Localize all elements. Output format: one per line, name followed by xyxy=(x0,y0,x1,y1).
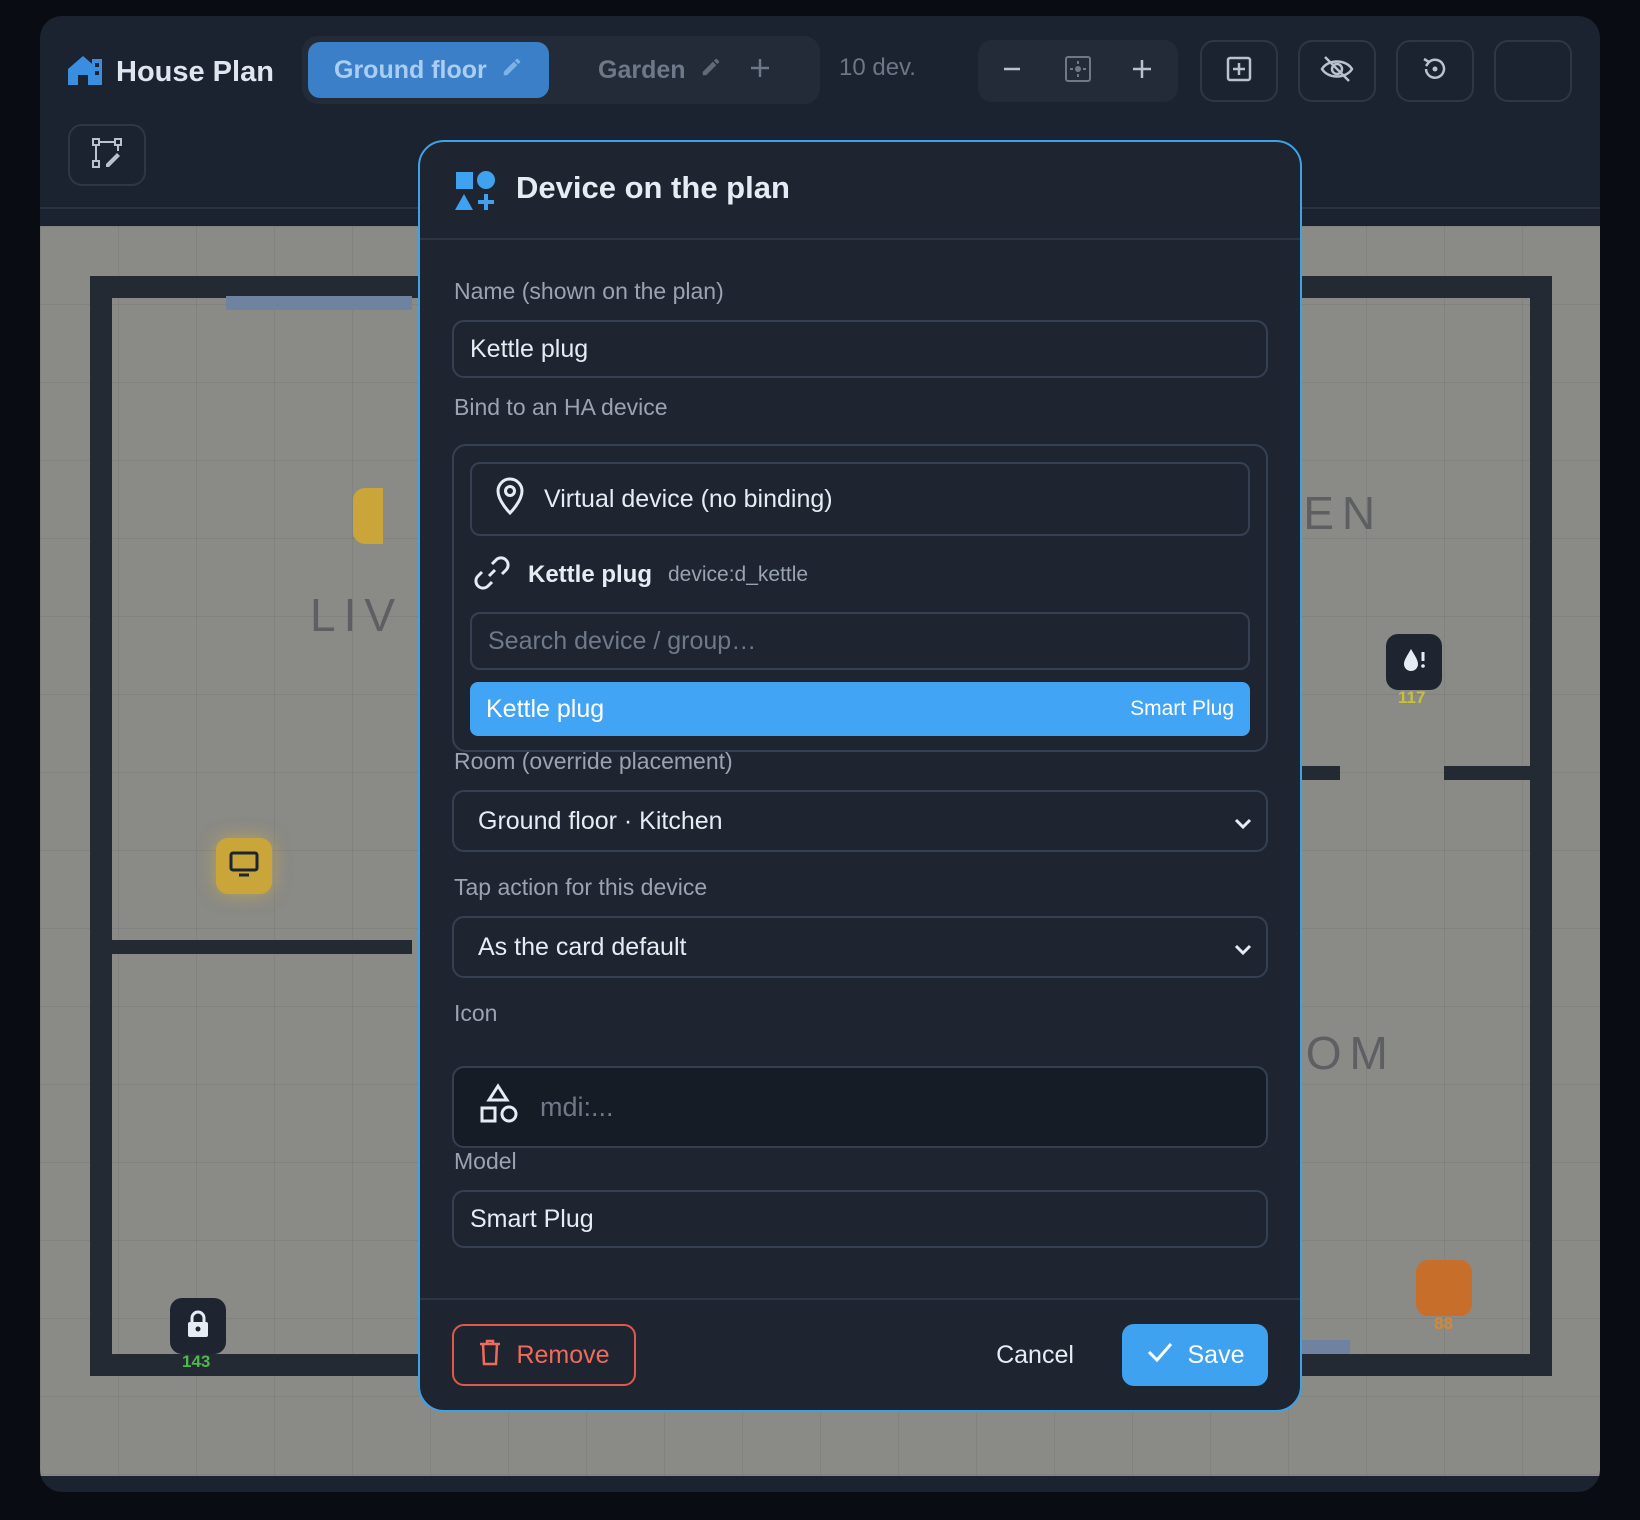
shapes-plus-icon xyxy=(454,170,496,217)
zoom-out-button[interactable] xyxy=(994,53,1030,89)
add-floor-button[interactable] xyxy=(742,52,778,88)
chevron-down-icon xyxy=(1232,812,1254,841)
restore-icon xyxy=(1420,54,1450,89)
house-plan-app: House Plan Ground floor Garden 10 dev. L… xyxy=(40,16,1600,1492)
model-label: Model xyxy=(454,1148,517,1174)
window xyxy=(226,296,412,310)
device-marker-water[interactable] xyxy=(1386,634,1442,690)
wall xyxy=(1444,766,1530,780)
extra-toolbar-button[interactable] xyxy=(1494,40,1572,102)
toggle-visibility-button[interactable] xyxy=(1298,40,1376,102)
water-alert-icon xyxy=(1399,645,1429,680)
device-dialog: Device on the plan Name (shown on the pl… xyxy=(418,140,1302,1412)
tv-icon xyxy=(229,850,259,883)
bound-device-name: Kettle plug xyxy=(528,561,652,588)
fit-screen-icon xyxy=(1063,54,1093,89)
dialog-title: Device on the plan xyxy=(516,170,790,205)
chevron-down-icon xyxy=(1232,938,1254,967)
map-marker-icon xyxy=(494,476,526,523)
tab-garden[interactable]: Garden xyxy=(572,42,748,98)
name-input[interactable]: Kettle plug xyxy=(452,320,1268,378)
tab-ground-floor[interactable]: Ground floor xyxy=(308,42,549,98)
app-title: House Plan xyxy=(116,55,274,88)
tap-action-select[interactable]: As the card default xyxy=(452,916,1268,978)
plus-icon xyxy=(1130,57,1154,86)
edit-shape-button[interactable] xyxy=(68,124,146,186)
lock-icon xyxy=(185,1309,211,1344)
zoom-in-button[interactable] xyxy=(1124,53,1160,89)
bound-device: Kettle plug device:d_kettle xyxy=(472,550,808,600)
search-result-item[interactable]: Kettle plug Smart Plug xyxy=(470,682,1250,736)
check-icon xyxy=(1146,1340,1174,1371)
edit-shape-icon xyxy=(90,136,124,175)
device-marker-tv[interactable] xyxy=(216,838,272,894)
virtual-device-label: Virtual device (no binding) xyxy=(544,484,833,513)
bind-device-box: Virtual device (no binding) Kettle plug … xyxy=(452,444,1268,752)
pencil-icon[interactable] xyxy=(501,56,523,85)
remove-label: Remove xyxy=(516,1340,610,1369)
plus-icon xyxy=(748,56,772,85)
zoom-controls xyxy=(978,40,1178,102)
shapes-icon xyxy=(478,1082,520,1132)
add-device-button[interactable] xyxy=(1200,40,1278,102)
icon-label: Icon xyxy=(454,1000,498,1026)
room-select-value: Ground floor · Kitchen xyxy=(478,806,723,835)
save-button[interactable]: Save xyxy=(1122,1324,1268,1386)
device-marker-plug[interactable] xyxy=(1416,1260,1472,1316)
device-count: 10 dev. xyxy=(839,54,916,81)
device-marker-lock[interactable] xyxy=(170,1298,226,1354)
minus-icon xyxy=(1000,57,1024,86)
remove-button[interactable]: Remove xyxy=(452,1324,636,1386)
room-label-living: LIV xyxy=(310,589,404,641)
room-select[interactable]: Ground floor · Kitchen xyxy=(452,790,1268,852)
wall xyxy=(1530,276,1552,1376)
name-label: Name (shown on the plan) xyxy=(454,278,724,304)
tab-label: Ground floor xyxy=(334,55,487,84)
room-label: Room (override placement) xyxy=(454,748,733,774)
device-value-label: 143 xyxy=(182,1352,211,1371)
wall xyxy=(90,276,112,1376)
virtual-device-option[interactable]: Virtual device (no binding) xyxy=(470,462,1250,536)
home-icon xyxy=(66,53,104,92)
link-icon xyxy=(472,553,512,598)
result-name: Kettle plug xyxy=(486,694,605,723)
result-type: Smart Plug xyxy=(1130,697,1234,720)
icon-input[interactable]: mdi:... xyxy=(452,1066,1268,1148)
floor-tabs: Ground floor Garden xyxy=(302,36,820,104)
add-box-icon xyxy=(1224,54,1254,89)
trash-icon xyxy=(478,1338,502,1373)
tap-action-label: Tap action for this device xyxy=(454,874,708,900)
dialog-header: Device on the plan xyxy=(420,142,1300,240)
pencil-icon[interactable] xyxy=(700,56,722,85)
bind-label: Bind to an HA device xyxy=(454,394,668,420)
fit-screen-button[interactable] xyxy=(1060,53,1096,89)
icon-placeholder: mdi:... xyxy=(540,1091,614,1122)
dialog-footer: Remove Cancel Save xyxy=(420,1298,1300,1410)
brand: House Plan xyxy=(66,50,274,94)
tab-label: Garden xyxy=(598,55,686,84)
device-value-label: 117 xyxy=(1398,688,1426,707)
model-input[interactable]: Smart Plug xyxy=(452,1190,1268,1248)
reset-view-button[interactable] xyxy=(1396,40,1474,102)
device-search-input[interactable]: Search device / group… xyxy=(470,612,1250,670)
tap-action-value: As the card default xyxy=(478,932,687,961)
eye-off-icon xyxy=(1320,54,1354,89)
device-marker-partial[interactable] xyxy=(353,488,383,544)
bound-device-id: device:d_kettle xyxy=(668,563,809,586)
wall xyxy=(112,940,412,954)
save-label: Save xyxy=(1187,1340,1245,1369)
device-value-label: 88 xyxy=(1434,1314,1453,1333)
cancel-button[interactable]: Cancel xyxy=(980,1324,1090,1386)
